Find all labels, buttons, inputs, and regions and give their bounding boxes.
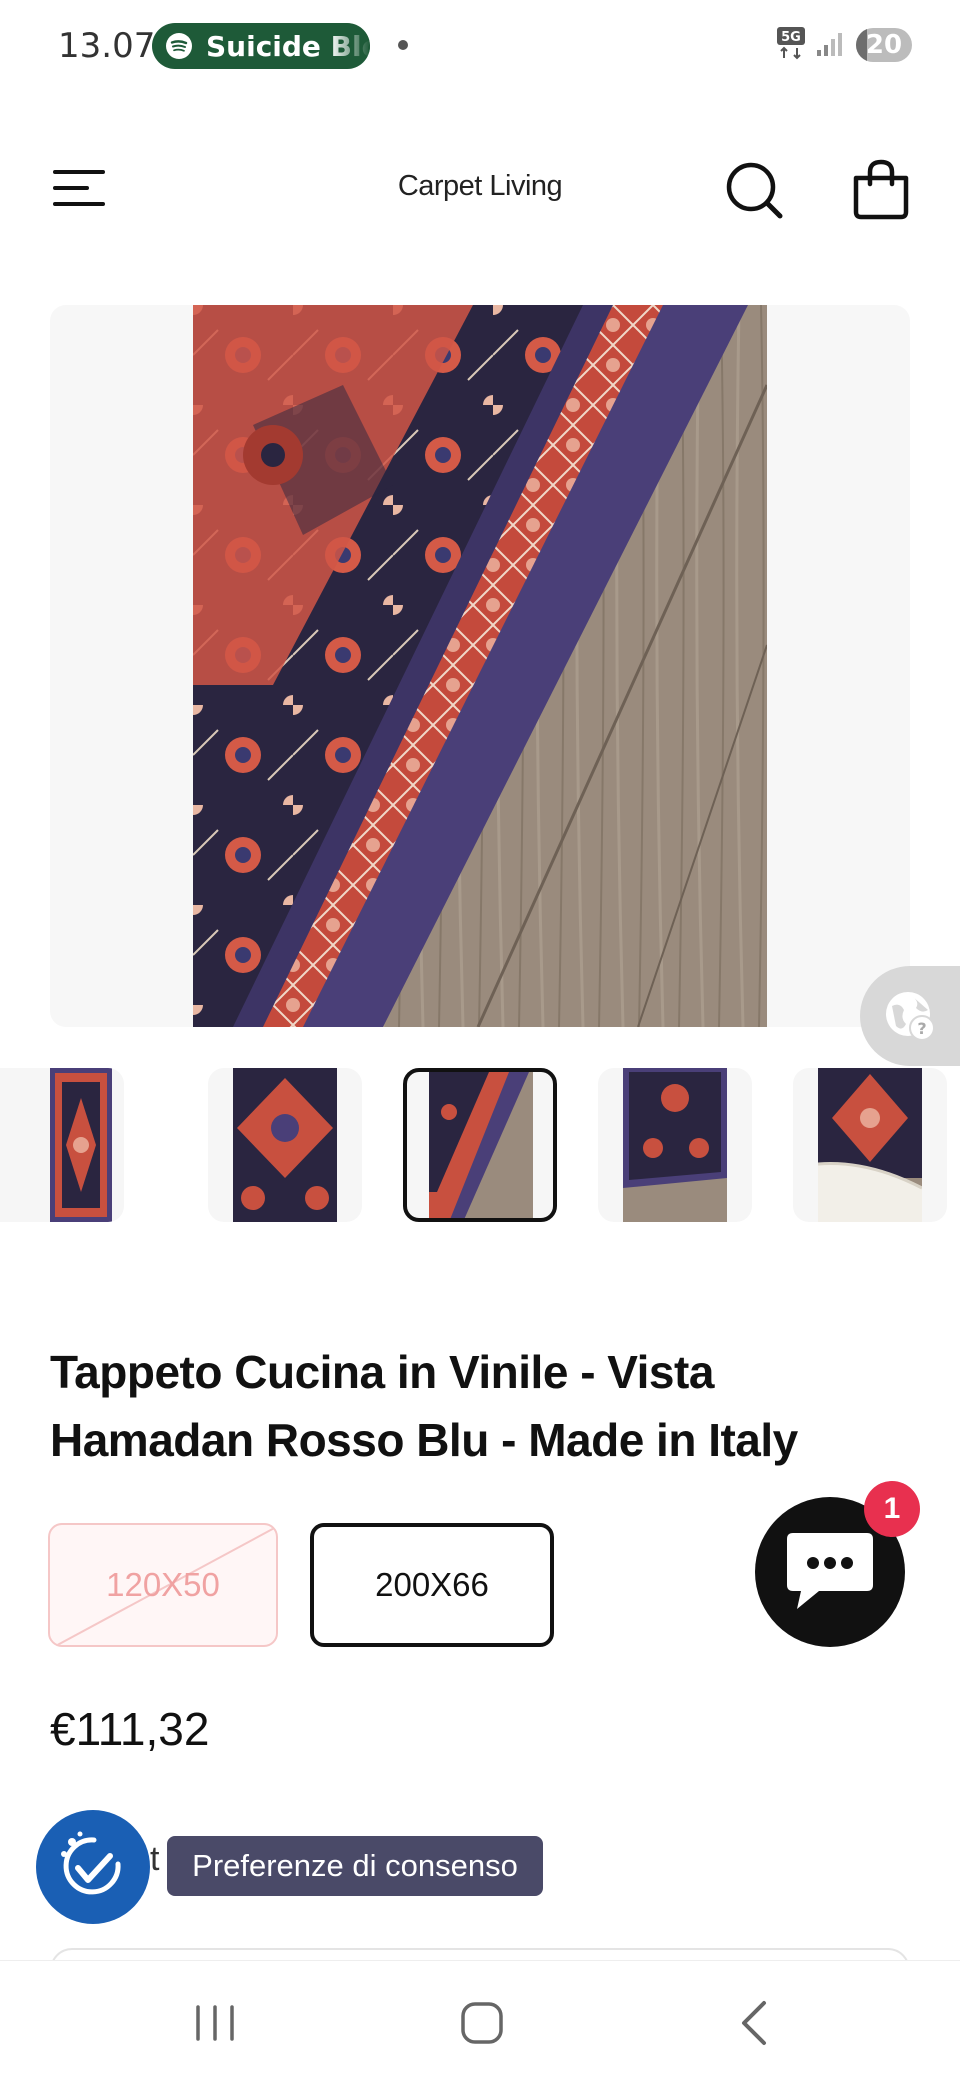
thumb-pattern-closeup[interactable] xyxy=(208,1068,362,1222)
home-icon[interactable] xyxy=(460,2001,504,2045)
product-price: €111,32 xyxy=(50,1703,210,1755)
hamburger-menu-icon[interactable] xyxy=(52,166,106,210)
thumb-image xyxy=(429,1072,533,1218)
partial-text: t xyxy=(150,1840,160,1878)
spotify-icon xyxy=(166,33,192,59)
thumb-rug-curled-edge[interactable] xyxy=(793,1068,947,1222)
system-navigation-bar xyxy=(0,1960,960,2080)
search-icon[interactable] xyxy=(724,160,784,220)
battery-indicator: 20 xyxy=(856,28,912,62)
svg-text:5G: 5G xyxy=(781,30,801,45)
chat-bubble-icon xyxy=(787,1533,873,1609)
media-notification-pill[interactable]: Suicide Blo xyxy=(152,23,370,69)
thumb-corner-on-floor[interactable] xyxy=(403,1068,557,1222)
product-image-frame[interactable] xyxy=(50,305,910,1027)
size-option-120x50[interactable]: 120X50 xyxy=(48,1523,278,1647)
consent-preferences-button[interactable] xyxy=(36,1810,150,1924)
thumb-image xyxy=(50,1068,112,1222)
signal-strength-icon xyxy=(817,33,842,56)
status-bar: 13.07 Suicide Blo 5G 20 xyxy=(0,0,960,92)
globe-question-icon: ? xyxy=(886,992,935,1041)
battery-text: 20 xyxy=(865,30,903,60)
size-option-200x66[interactable]: 200X66 xyxy=(310,1523,554,1647)
notification-dot xyxy=(398,40,408,50)
shopping-bag-icon[interactable] xyxy=(852,158,910,220)
recent-apps-icon[interactable] xyxy=(190,2003,240,2043)
thumb-full-rug[interactable] xyxy=(0,1068,124,1222)
status-time: 13.07 xyxy=(58,26,156,66)
brand-logo[interactable]: Carpet Living xyxy=(300,170,660,203)
app-header: Carpet Living xyxy=(0,140,960,240)
thumb-rug-on-floor[interactable] xyxy=(598,1068,752,1222)
back-icon[interactable] xyxy=(734,1999,774,2047)
thumb-image xyxy=(623,1068,727,1222)
thumb-image xyxy=(818,1068,922,1222)
product-main-image[interactable] xyxy=(193,305,767,1027)
consent-tooltip: Preferenze di consenso xyxy=(167,1836,543,1896)
network-5g-icon: 5G xyxy=(777,27,805,60)
consent-check-icon xyxy=(61,1831,121,1895)
size-label: 200X66 xyxy=(375,1566,489,1603)
svg-text:?: ? xyxy=(917,1019,926,1038)
product-title: Tappeto Cucina in Vinile - Vista Hamadan… xyxy=(50,1346,798,1466)
thumb-image xyxy=(233,1068,337,1222)
translate-button[interactable]: ? xyxy=(860,966,960,1066)
size-label: 120X50 xyxy=(106,1566,220,1603)
chat-unread-badge: 1 xyxy=(864,1481,920,1537)
